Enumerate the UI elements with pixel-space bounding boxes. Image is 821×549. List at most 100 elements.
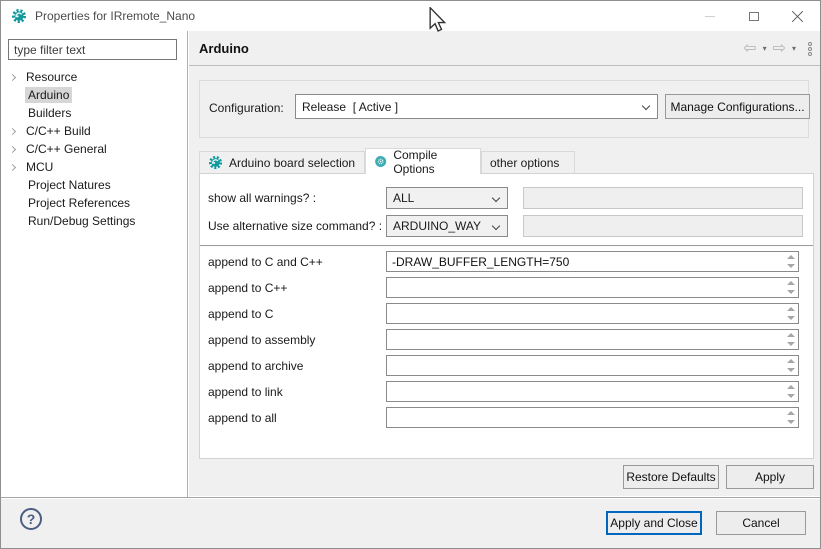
scroll-down-icon[interactable] bbox=[787, 420, 795, 424]
size-command-select[interactable]: ARDUINO_WAY bbox=[386, 215, 508, 237]
append-c-and-cpp-field bbox=[386, 251, 799, 272]
apply-and-close-button[interactable]: Apply and Close bbox=[606, 511, 702, 535]
scroll-down-icon[interactable] bbox=[787, 342, 795, 346]
chevron-right-icon[interactable] bbox=[9, 127, 16, 134]
back-arrow-icon[interactable]: ⇦ bbox=[743, 41, 756, 57]
help-icon[interactable]: ? bbox=[20, 508, 42, 530]
tab-label: other options bbox=[490, 156, 559, 170]
scroll-down-icon[interactable] bbox=[787, 316, 795, 320]
restore-defaults-button[interactable]: Restore Defaults bbox=[623, 465, 719, 489]
append-cpp-field bbox=[386, 277, 799, 298]
chevron-down-icon bbox=[492, 194, 500, 202]
append-all-label: append to all bbox=[208, 407, 277, 429]
append-cpp-input[interactable] bbox=[386, 277, 799, 298]
scroll-up-icon[interactable] bbox=[787, 255, 795, 259]
warnings-extra-input bbox=[523, 187, 803, 209]
sidebar-item-label: Builders bbox=[25, 105, 74, 121]
minimize-button bbox=[688, 1, 732, 31]
chevron-right-icon[interactable] bbox=[9, 73, 16, 80]
properties-dialog: Properties for IRremote_Nano Resource Ar… bbox=[0, 0, 821, 549]
append-assembly-label: append to assembly bbox=[208, 329, 315, 351]
main-panel: Arduino ⇦ ▾ ⇨ ▾ Configuration: Release [… bbox=[189, 31, 821, 496]
scroll-down-icon[interactable] bbox=[787, 368, 795, 372]
append-c-and-cpp-input[interactable] bbox=[386, 251, 799, 272]
sidebar-item-project-references[interactable]: Project References bbox=[1, 194, 187, 212]
scroll-up-icon[interactable] bbox=[787, 307, 795, 311]
configuration-label: Configuration: bbox=[209, 101, 284, 115]
properties-tree: Resource Arduino Builders C/C++ Build C/… bbox=[1, 68, 187, 230]
chevron-right-icon[interactable] bbox=[9, 163, 16, 170]
tab-other-options[interactable]: other options bbox=[481, 151, 575, 174]
scroll-down-icon[interactable] bbox=[787, 264, 795, 268]
sidebar-item-label: C/C++ Build bbox=[23, 123, 94, 139]
title-bar[interactable]: Properties for IRremote_Nano bbox=[1, 1, 820, 31]
sidebar-item-mcu[interactable]: MCU bbox=[1, 158, 187, 176]
sidebar-item-run-debug-settings[interactable]: Run/Debug Settings bbox=[1, 212, 187, 230]
scroll-up-icon[interactable] bbox=[787, 385, 795, 389]
append-c-field bbox=[386, 303, 799, 324]
size-command-label: Use alternative size command? : bbox=[208, 215, 382, 237]
configuration-select[interactable]: Release [ Active ] bbox=[295, 94, 658, 119]
scroll-up-icon[interactable] bbox=[787, 333, 795, 337]
sidebar-item-label: C/C++ General bbox=[23, 141, 110, 157]
append-assembly-field bbox=[386, 329, 799, 350]
scroll-down-icon[interactable] bbox=[787, 290, 795, 294]
append-link-label: append to link bbox=[208, 381, 283, 403]
sidebar-item-cpp-build[interactable]: C/C++ Build bbox=[1, 122, 187, 140]
tab-label: Compile Options bbox=[393, 148, 472, 176]
scroll-up-icon[interactable] bbox=[787, 411, 795, 415]
view-menu-icon[interactable] bbox=[808, 42, 812, 56]
compile-gear-icon bbox=[374, 154, 387, 169]
warnings-value: ALL bbox=[393, 191, 414, 205]
sidebar-item-label: Arduino bbox=[25, 87, 72, 103]
chevron-down-icon bbox=[642, 102, 650, 110]
append-link-field bbox=[386, 381, 799, 402]
size-command-value: ARDUINO_WAY bbox=[393, 219, 481, 233]
back-dropdown-icon[interactable]: ▾ bbox=[763, 44, 767, 53]
sidebar-item-label: MCU bbox=[23, 159, 56, 175]
sidebar-item-cpp-general[interactable]: C/C++ General bbox=[1, 140, 187, 158]
window-title: Properties for IRremote_Nano bbox=[35, 9, 195, 23]
apply-button[interactable]: Apply bbox=[726, 465, 814, 489]
append-archive-field bbox=[386, 355, 799, 376]
chevron-right-icon[interactable] bbox=[9, 145, 16, 152]
scroll-down-icon[interactable] bbox=[787, 394, 795, 398]
manage-configurations-button[interactable]: Manage Configurations... bbox=[665, 94, 810, 119]
close-button[interactable] bbox=[776, 1, 820, 31]
compile-options-pane: show all warnings? : ALL Use alternative… bbox=[199, 173, 814, 459]
maximize-button[interactable] bbox=[732, 1, 776, 31]
forward-arrow-icon[interactable]: ⇨ bbox=[773, 41, 786, 57]
size-command-extra-input bbox=[523, 215, 803, 237]
sidebar-item-project-natures[interactable]: Project Natures bbox=[1, 176, 187, 194]
sidebar-item-label: Project Natures bbox=[25, 177, 114, 193]
warnings-select[interactable]: ALL bbox=[386, 187, 508, 209]
append-link-input[interactable] bbox=[386, 381, 799, 402]
tab-arduino-board-selection[interactable]: Arduino board selection bbox=[199, 151, 365, 174]
append-assembly-input[interactable] bbox=[386, 329, 799, 350]
dialog-button-bar: ? Apply and Close Cancel bbox=[1, 497, 820, 549]
cancel-button[interactable]: Cancel bbox=[716, 511, 806, 535]
filter-input[interactable] bbox=[8, 39, 177, 60]
sidebar-item-label: Project References bbox=[25, 195, 133, 211]
sidebar-item-arduino[interactable]: Arduino bbox=[1, 86, 187, 104]
append-archive-input[interactable] bbox=[386, 355, 799, 376]
sloeber-gear-icon bbox=[208, 155, 223, 170]
scroll-up-icon[interactable] bbox=[787, 359, 795, 363]
sidebar-item-builders[interactable]: Builders bbox=[1, 104, 187, 122]
sidebar-item-resource[interactable]: Resource bbox=[1, 68, 187, 86]
page-title: Arduino bbox=[199, 41, 249, 56]
page-nav: ⇦ ▾ ⇨ ▾ bbox=[743, 31, 812, 66]
scroll-up-icon[interactable] bbox=[787, 281, 795, 285]
configuration-group: Configuration: Release [ Active ] Manage… bbox=[199, 80, 809, 138]
sidebar-item-label: Run/Debug Settings bbox=[25, 213, 138, 229]
configuration-value: Release [ Active ] bbox=[302, 100, 398, 114]
append-all-input[interactable] bbox=[386, 407, 799, 428]
sloeber-gear-icon bbox=[11, 8, 27, 24]
page-buttons: Restore Defaults Apply bbox=[199, 465, 814, 489]
tab-compile-options[interactable]: Compile Options bbox=[365, 148, 481, 174]
forward-dropdown-icon[interactable]: ▾ bbox=[792, 44, 796, 53]
close-icon bbox=[792, 10, 804, 22]
append-c-label: append to C bbox=[208, 303, 273, 325]
append-c-input[interactable] bbox=[386, 303, 799, 324]
append-cpp-label: append to C++ bbox=[208, 277, 287, 299]
